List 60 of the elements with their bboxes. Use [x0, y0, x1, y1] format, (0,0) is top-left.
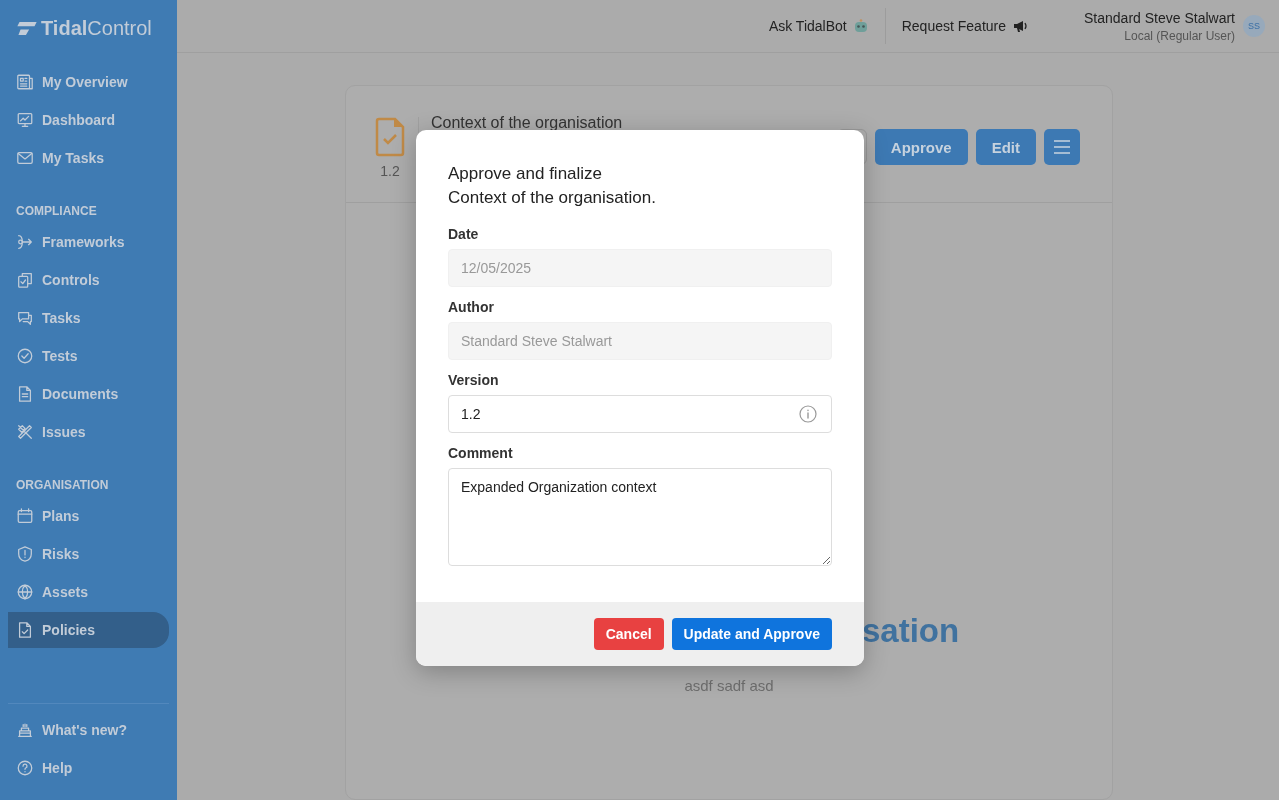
field-label: Version [448, 372, 500, 388]
sidebar-item[interactable]: Plans [8, 498, 169, 534]
clipboard-check-icon [16, 271, 34, 289]
field-label: Date [448, 226, 480, 242]
policy-title: Context of the organisation [431, 114, 623, 132]
sidebar-item[interactable]: Frameworks [8, 224, 169, 260]
sidebar-item[interactable]: Policies [8, 612, 169, 648]
user-avatar[interactable]: SS [1243, 15, 1265, 37]
sidebar-item[interactable]: Assets [8, 574, 169, 610]
help-icon [16, 759, 34, 777]
sidebar-item[interactable]: My Overview [8, 64, 169, 100]
sidebar-item[interactable]: Documents [8, 376, 169, 412]
request-feature-link[interactable]: Request Feature [885, 18, 1044, 34]
sidebar-item[interactable]: Tasks [8, 300, 169, 336]
user-name: Standard Steve Stalwart [1084, 9, 1235, 26]
monitor-chart-icon [16, 111, 34, 129]
chat-bubbles-icon [16, 309, 34, 327]
field-label: Comment [448, 445, 514, 461]
check-circle-icon [16, 347, 34, 365]
sidebar-item[interactable]: Issues [8, 414, 169, 450]
calendar-icon [16, 507, 34, 525]
section-heading: COMPLIANCE [15, 204, 98, 218]
dialog-title: Context of the organisation. [448, 187, 657, 209]
newspaper-icon [16, 73, 34, 91]
logo: TidalControl [8, 14, 169, 40]
submit-button[interactable]: Update and Approve [671, 618, 832, 650]
menu-icon [1053, 140, 1071, 154]
cancel-button[interactable]: Cancel [593, 618, 664, 650]
document-check-icon [16, 621, 34, 639]
version-label: 1.2 [380, 163, 400, 179]
globe-icon [16, 583, 34, 601]
section-heading: ORGANISATION [15, 478, 110, 492]
field-label: Author [448, 299, 495, 315]
action-button[interactable]: Edit [975, 129, 1036, 165]
megaphone-icon [1012, 18, 1028, 34]
branch-arrow-icon [16, 233, 34, 251]
sidebar-item[interactable]: My Tasks [8, 140, 169, 176]
comment-field[interactable]: Expanded Organization context [448, 468, 832, 566]
dialog-title: Approve and finalize [448, 163, 604, 185]
sidebar-item[interactable]: Dashboard [8, 102, 169, 138]
user-role: Local (Regular User) [1123, 28, 1235, 43]
document-check-icon [374, 117, 406, 157]
ask-bot-link[interactable]: Ask TidalBot [752, 18, 885, 34]
tools-icon [16, 423, 34, 441]
logo-icon [16, 21, 38, 36]
sidebar-item[interactable]: Help [8, 750, 169, 786]
sidebar-item[interactable]: What's new? [8, 712, 169, 748]
sidebar-item[interactable]: Controls [8, 262, 169, 298]
envelope-icon [16, 149, 34, 167]
cake-icon [16, 721, 34, 739]
menu-button[interactable] [1044, 129, 1080, 165]
sidebar-item[interactable]: Tests [8, 338, 169, 374]
policy-text: asdf sadf asd [683, 677, 775, 694]
action-button[interactable]: Approve [874, 129, 968, 165]
shield-icon [16, 545, 34, 563]
input-field[interactable]: 1.2 [448, 395, 832, 433]
robot-icon [852, 18, 869, 34]
sidebar-item[interactable]: Risks [8, 536, 169, 572]
document-icon [16, 385, 34, 403]
policy-heading: sation [862, 611, 960, 651]
